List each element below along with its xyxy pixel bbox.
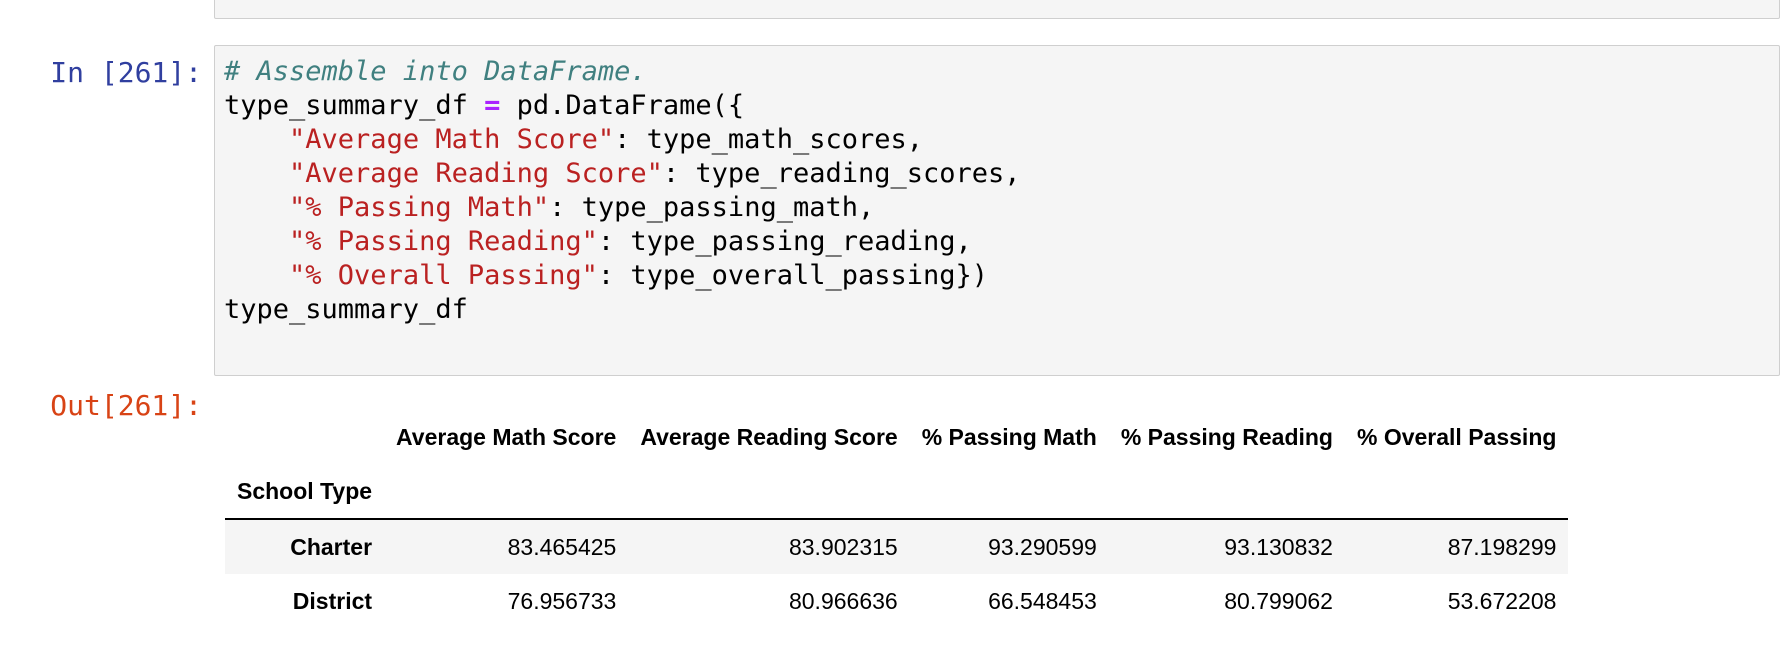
column-header: % Passing Reading [1120,423,1333,450]
table-header-row: Average Math Score Average Reading Score… [225,410,1568,464]
code-token: : type_passing_math, [549,192,875,223]
code-cell-editor[interactable]: # Assemble into DataFrame. type_summary_… [214,45,1780,376]
table-row: Charter 83.465425 83.902315 93.290599 93… [225,519,1569,574]
code-token: type_summary_df [224,294,468,325]
row-index-label: Charter [290,533,373,560]
code-token: : type_math_scores, [614,124,923,155]
table-cell: 83.902315 [788,533,898,560]
table-corner-cell [225,410,384,464]
empty-header-cell [1344,464,1569,520]
code-operator-token: = [484,90,501,121]
table-cell: 87.198299 [1447,533,1557,560]
code-token: : type_overall_passing}) [597,260,989,291]
table-cell: 83.465425 [507,533,617,560]
empty-header-cell [628,464,910,520]
table-cell: 93.290599 [988,533,1097,560]
empty-header-cell [384,464,629,520]
code-string-token: "% Passing Math" [289,192,550,223]
row-index-label: District [292,587,373,614]
code-token: pd.DataFrame({ [500,90,745,121]
code-string-token: "Average Reading Score" [289,158,663,189]
code-line: "% Passing Math": type_passing_math, [224,191,1779,225]
code-comment-token: # Assemble into DataFrame. [224,56,647,87]
table-row: District 76.956733 80.966636 66.548453 8… [225,574,1569,628]
table-cell: 93.130832 [1224,533,1333,560]
code-token: : type_reading_scores, [662,158,1021,189]
index-name-header: School Type [225,464,385,520]
code-string-token: "Average Math Score" [289,124,615,155]
index-name-row: School Type [225,464,1569,520]
code-string-token: "% Overall Passing" [289,260,598,291]
column-header: % Passing Math [921,423,1097,450]
code-line: type_summary_df = pd.DataFrame({ [224,89,1779,123]
code-line: "Average Math Score": type_math_scores, [224,123,1779,157]
dataframe-table: Average Math Score Average Reading Score… [225,410,1569,628]
column-header: % Overall Passing [1356,423,1557,450]
code-line: "Average Reading Score": type_reading_sc… [224,157,1779,191]
table-cell: 80.799062 [1224,587,1333,614]
code-line: type_summary_df [224,293,1779,327]
empty-header-cell [1108,464,1345,520]
column-header: Average Math Score [396,423,617,450]
table-cell: 53.672208 [1447,587,1557,614]
code-line: # Assemble into DataFrame. [224,55,1779,89]
column-header: Average Reading Score [640,423,898,450]
table-cell: 66.548453 [988,587,1097,614]
empty-header-cell [909,464,1109,520]
code-line: "% Passing Reading": type_passing_readin… [224,225,1779,259]
code-line: "% Overall Passing": type_overall_passin… [224,259,1779,293]
code-token: type_summary_df [224,90,485,121]
output-prompt: Out[261]: [50,389,202,422]
output-area: Average Math Score Average Reading Score… [225,410,1569,628]
code-token: : type_passing_reading, [597,226,972,257]
table-cell: 76.956733 [507,587,617,614]
input-prompt: In [261]: [50,56,202,89]
previous-code-cell[interactable] [214,0,1780,19]
table-cell: 80.966636 [788,587,898,614]
code-string-token: "% Passing Reading" [289,226,598,257]
